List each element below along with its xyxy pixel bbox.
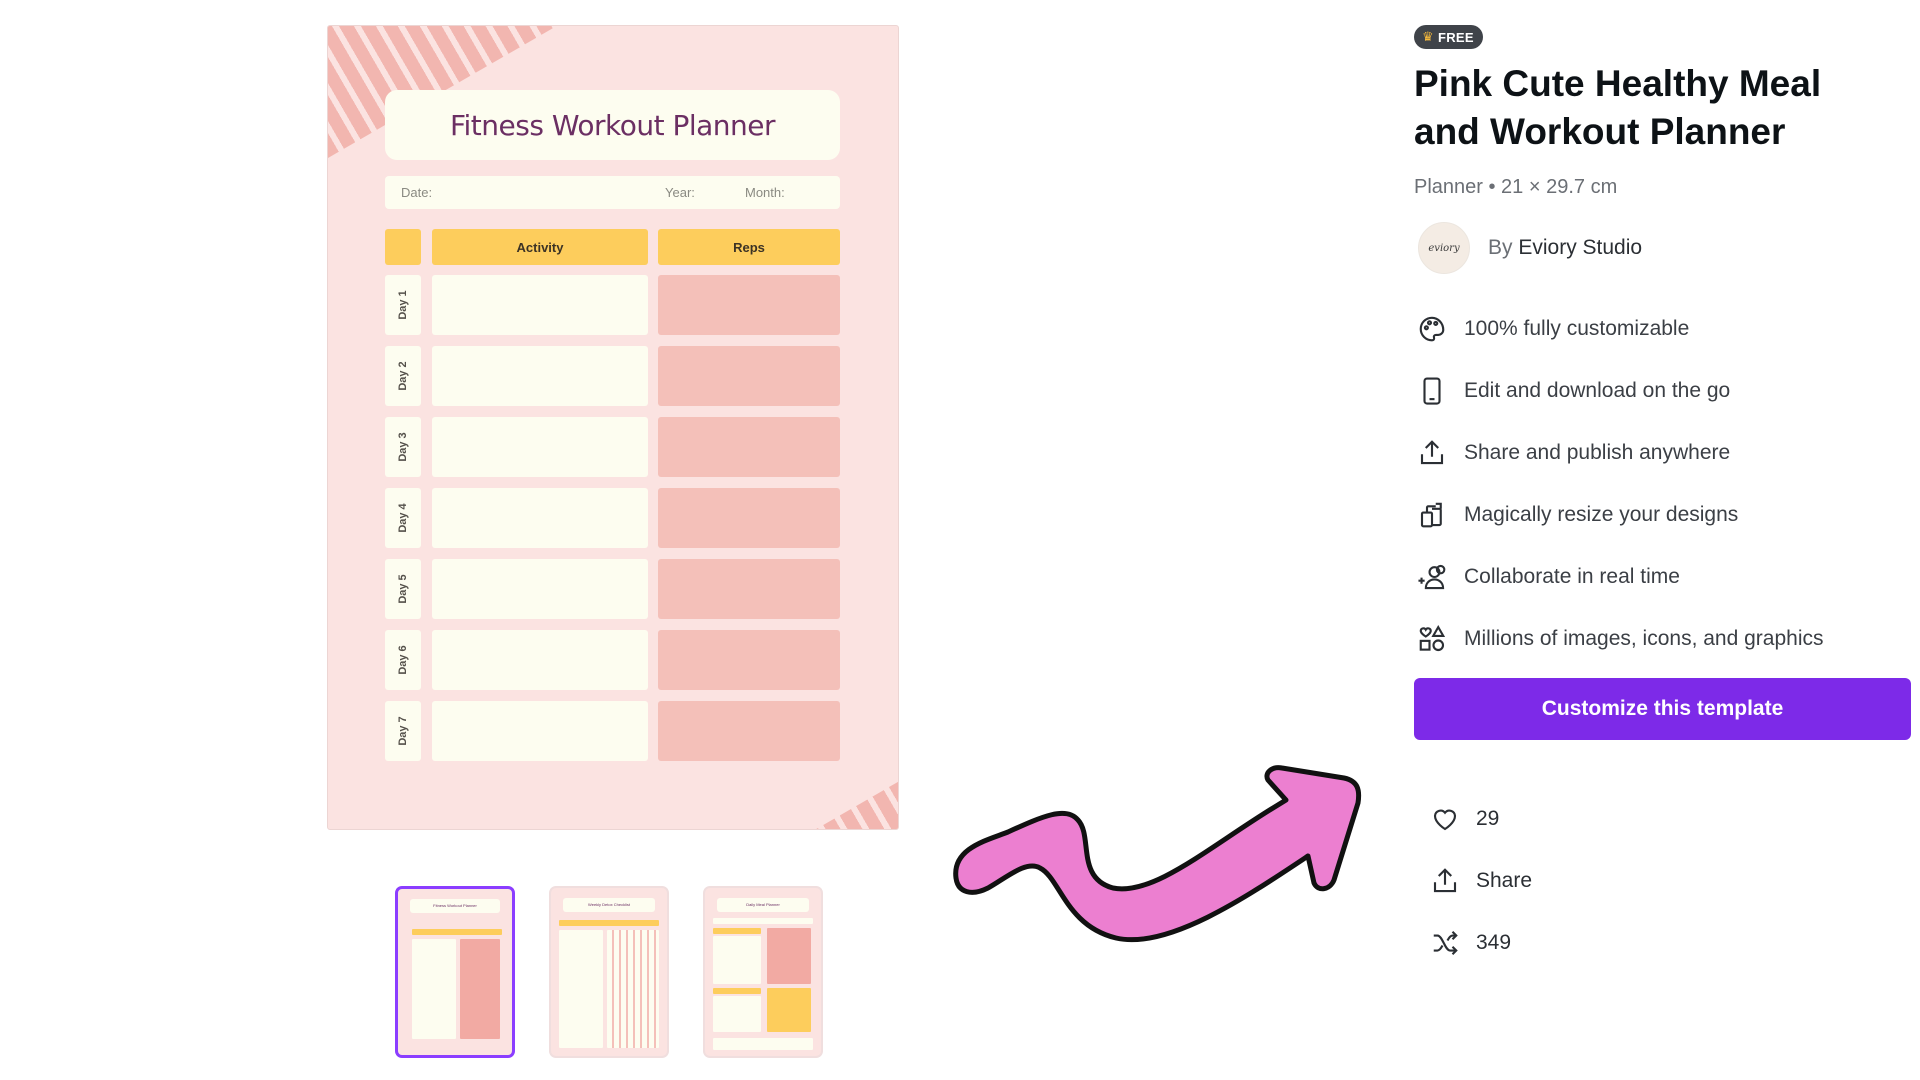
reps-cell	[658, 488, 840, 548]
thumbnail-page-1[interactable]: Fitness Workout Planner	[395, 886, 515, 1058]
reps-cell	[658, 559, 840, 619]
thumbnail-footer	[713, 1038, 813, 1050]
date-label: Date:	[401, 185, 433, 200]
avatar[interactable]: eviory	[1418, 222, 1470, 274]
template-preview[interactable]: Fitness Workout Planner Date: Year: Mont…	[327, 25, 899, 830]
column-header-activity: Activity	[432, 229, 648, 265]
shuffle-icon	[1428, 926, 1462, 960]
stats-list: 29 Share 349	[1428, 788, 1532, 974]
thumbnail-title: Daily Meal Planner	[717, 898, 809, 912]
thumbnail-activity-column	[412, 939, 456, 1039]
author-name-link[interactable]: Eviory Studio	[1518, 236, 1642, 259]
feature-label: 100% fully customizable	[1464, 317, 1690, 340]
palette-icon	[1414, 311, 1450, 347]
thumbnail-list-column	[559, 930, 603, 1048]
year-label: Year:	[665, 185, 695, 200]
resize-icon	[1414, 497, 1450, 533]
thumbnail-note-box	[767, 988, 811, 1032]
badge-label: FREE	[1437, 29, 1474, 45]
activity-cell	[432, 559, 648, 619]
thumbnail-page-2[interactable]: Weekly Detox Checklist	[549, 886, 669, 1058]
thumbnail-header-bar	[713, 988, 761, 994]
month-label: Month:	[745, 185, 785, 200]
thumbnail-meal-box	[713, 936, 761, 984]
header-blank-cell	[385, 229, 421, 265]
day-label: Day 1	[397, 290, 409, 320]
like-count: 29	[1476, 807, 1500, 830]
day-label: Day 2	[397, 361, 409, 391]
author-byline: By Eviory Studio	[1488, 236, 1642, 260]
share-icon	[1428, 864, 1462, 898]
day-label: Day 5	[397, 574, 409, 604]
feature-label: Magically resize your designs	[1464, 503, 1739, 526]
thumbnail-meal-box	[713, 996, 761, 1032]
share-button[interactable]: Share	[1428, 850, 1532, 912]
author-row[interactable]: eviory By Eviory Studio	[1418, 222, 1642, 274]
thumbnail-title: Weekly Detox Checklist	[563, 898, 655, 912]
planner-title: Fitness Workout Planner	[385, 90, 840, 160]
feature-list: 100% fully customizable Edit and downloa…	[1414, 298, 1824, 670]
thumbnail-page-3[interactable]: Daily Meal Planner	[703, 886, 823, 1058]
share-label: Share	[1476, 869, 1533, 892]
feature-label: Collaborate in real time	[1464, 565, 1680, 588]
feature-item: Share and publish anywhere	[1414, 422, 1824, 484]
planner-date-row: Date: Year: Month:	[385, 176, 840, 209]
activity-cell	[432, 630, 648, 690]
thumbnail-header-bar	[713, 928, 761, 934]
upload-icon	[1414, 435, 1450, 471]
like-button[interactable]: 29	[1428, 788, 1532, 850]
activity-cell	[432, 275, 648, 335]
feature-label: Millions of images, icons, and graphics	[1464, 627, 1824, 650]
thumbnail-date-row	[713, 918, 813, 924]
feature-item: Collaborate in real time	[1414, 546, 1824, 608]
decorative-checker-pattern	[740, 757, 898, 829]
crown-icon: ♛	[1422, 29, 1434, 44]
heart-icon	[1428, 802, 1462, 836]
phone-icon	[1414, 373, 1450, 409]
activity-cell	[432, 701, 648, 761]
template-meta: Planner • 21 × 29.7 cm	[1414, 176, 1618, 198]
feature-item: Magically resize your designs	[1414, 484, 1824, 546]
day-label: Day 3	[397, 432, 409, 462]
remix-count: 349	[1476, 931, 1512, 954]
feature-label: Edit and download on the go	[1464, 379, 1731, 402]
activity-cell	[432, 417, 648, 477]
template-title: Pink Cute Healthy Meal and Workout Plann…	[1414, 63, 1822, 152]
thumbnail-checkbox-grid	[607, 930, 659, 1048]
arrow-shape	[953, 765, 1362, 943]
thumbnail-header-bar	[412, 929, 502, 935]
arrow-annotation	[953, 765, 1362, 943]
feature-label: Share and publish anywhere	[1464, 441, 1731, 464]
day-label: Day 6	[397, 645, 409, 675]
thumbnail-title: Fitness Workout Planner	[410, 899, 500, 913]
feature-item: 100% fully customizable	[1414, 298, 1824, 360]
activity-cell	[432, 488, 648, 548]
day-label: Day 7	[397, 716, 409, 746]
thumbnail-header-bar	[559, 920, 659, 926]
feature-item: Millions of images, icons, and graphics	[1414, 608, 1824, 670]
collaborate-icon	[1414, 559, 1450, 595]
day-label: Day 4	[397, 503, 409, 533]
free-badge: ♛ FREE	[1414, 25, 1483, 49]
thumbnail-reps-column	[460, 939, 500, 1039]
reps-cell	[658, 275, 840, 335]
remix-button[interactable]: 349	[1428, 912, 1532, 974]
reps-cell	[658, 417, 840, 477]
reps-cell	[658, 701, 840, 761]
reps-cell	[658, 630, 840, 690]
author-prefix: By	[1488, 236, 1513, 259]
shapes-icon	[1414, 621, 1450, 657]
column-header-reps: Reps	[658, 229, 840, 265]
thumbnail-note-box	[767, 928, 811, 984]
customize-template-button[interactable]: Customize this template	[1414, 678, 1911, 740]
activity-cell	[432, 346, 648, 406]
feature-item: Edit and download on the go	[1414, 360, 1824, 422]
reps-cell	[658, 346, 840, 406]
